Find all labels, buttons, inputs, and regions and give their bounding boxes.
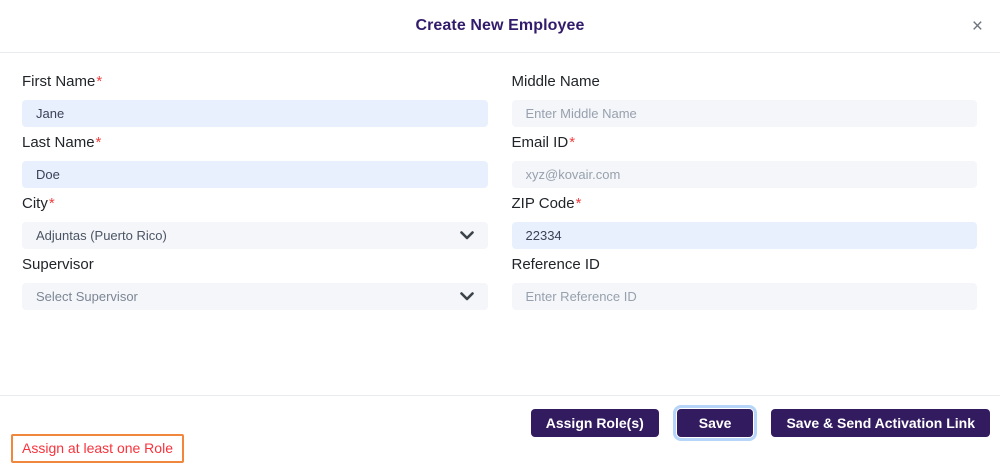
label-text: City [22, 195, 48, 212]
field-city: City* Adjuntas (Puerto Rico) [22, 196, 488, 249]
field-middle-name: Middle Name [511, 74, 978, 127]
required-asterisk: * [48, 195, 55, 212]
footer-buttons: Assign Role(s) Save Save & Send Activati… [0, 396, 1000, 437]
employee-form: First Name* Middle Name Last Name* Email… [0, 53, 1000, 318]
modal-title: Create New Employee [415, 17, 585, 34]
field-reference-id: Reference ID [511, 257, 978, 310]
required-asterisk: * [96, 73, 103, 90]
city-select[interactable]: Adjuntas (Puerto Rico) [22, 222, 488, 249]
chevron-down-icon [459, 231, 474, 240]
city-label: City* [22, 196, 488, 211]
first-name-input[interactable] [22, 100, 488, 127]
close-icon[interactable]: × [972, 17, 983, 36]
city-select-value: Adjuntas (Puerto Rico) [36, 228, 167, 243]
zip-code-label: ZIP Code* [512, 196, 978, 211]
label-text: Supervisor [22, 256, 94, 273]
label-text: First Name [22, 73, 96, 90]
label-text: Last Name [22, 134, 95, 151]
field-zip-code: ZIP Code* [511, 196, 978, 249]
field-email-id: Email ID* [511, 135, 978, 188]
required-asterisk: * [575, 195, 582, 212]
zip-code-input[interactable] [511, 222, 977, 249]
reference-id-label: Reference ID [512, 257, 978, 272]
save-button[interactable]: Save [676, 409, 754, 437]
field-first-name: First Name* [22, 74, 488, 127]
field-supervisor: Supervisor Select Supervisor [22, 257, 488, 310]
last-name-input[interactable] [22, 161, 488, 188]
supervisor-select-value: Select Supervisor [36, 289, 138, 304]
chevron-down-icon [459, 292, 474, 301]
create-employee-modal: Create New Employee × First Name* Middle… [0, 0, 1000, 473]
email-id-label: Email ID* [512, 135, 978, 150]
required-asterisk: * [95, 134, 102, 151]
first-name-label: First Name* [22, 74, 488, 89]
middle-name-input[interactable] [511, 100, 977, 127]
supervisor-select[interactable]: Select Supervisor [22, 283, 488, 310]
label-text: Email ID [511, 134, 569, 151]
save-send-activation-button[interactable]: Save & Send Activation Link [771, 409, 990, 437]
modal-header: Create New Employee × [0, 0, 1000, 53]
supervisor-label: Supervisor [22, 257, 488, 272]
validation-message: Assign at least one Role [11, 434, 184, 463]
required-asterisk: * [569, 134, 576, 151]
label-text: Reference ID [511, 256, 600, 273]
field-last-name: Last Name* [22, 135, 488, 188]
last-name-label: Last Name* [22, 135, 488, 150]
reference-id-input[interactable] [511, 283, 977, 310]
label-text: ZIP Code [511, 195, 575, 212]
email-id-input[interactable] [511, 161, 977, 188]
assign-roles-button[interactable]: Assign Role(s) [530, 409, 659, 437]
label-text: Middle Name [511, 73, 600, 90]
middle-name-label: Middle Name [512, 74, 978, 89]
